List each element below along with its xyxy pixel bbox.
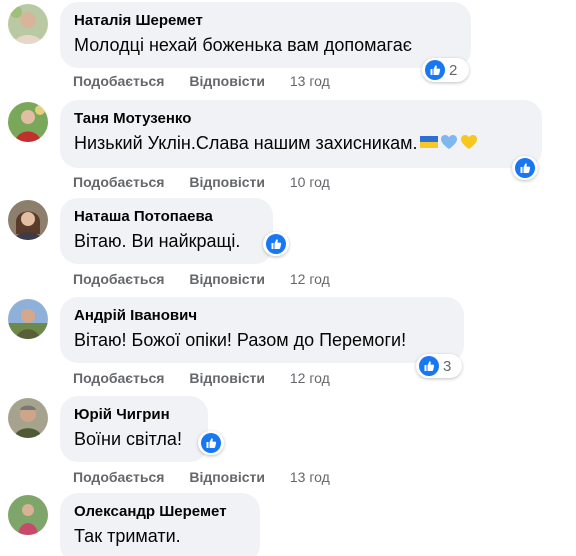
comment-bubble: Андрій Іванович Вітаю! Божої опіки! Разо…: [60, 297, 464, 363]
comment-actions: Подобається Відповісти 10 год: [73, 173, 330, 191]
comment-text: Вітаю! Божої опіки! Разом до Перемоги!: [74, 330, 407, 350]
reply-button[interactable]: Відповісти: [189, 174, 265, 190]
reaction-badge[interactable]: [263, 232, 289, 256]
like-button[interactable]: Подобається: [73, 271, 164, 287]
comment-bubble: Наташа Потопаева Вітаю. Ви найкращі.: [60, 198, 273, 264]
yellow-heart-icon: [460, 135, 477, 149]
blue-heart-icon: [440, 135, 457, 149]
like-thumb-icon: [425, 60, 445, 80]
comment-bubble: Таня Мотузенко Низький Уклін.Слава нашим…: [60, 100, 542, 168]
reply-button[interactable]: Відповісти: [189, 271, 265, 287]
avatar[interactable]: [8, 200, 48, 240]
reaction-badge[interactable]: [198, 431, 224, 455]
reaction-badge[interactable]: 2: [422, 58, 469, 82]
comment-timestamp[interactable]: 10 год: [290, 174, 330, 190]
comment-author[interactable]: Наталія Шеремет: [74, 11, 457, 30]
reply-button[interactable]: Відповісти: [189, 469, 265, 485]
comment-actions: Подобається Відповісти 12 год: [73, 369, 330, 387]
like-thumb-icon: [201, 433, 221, 453]
like-button[interactable]: Подобається: [73, 469, 164, 485]
comment-text: Так тримати.: [74, 526, 181, 546]
avatar[interactable]: [8, 398, 48, 438]
comment-text: Вітаю. Ви найкращі.: [74, 231, 241, 251]
comment-timestamp[interactable]: 13 год: [290, 469, 330, 485]
comment-author[interactable]: Андрій Іванович: [74, 306, 450, 325]
comments-list: Наталія Шеремет Молодці нехай боженька в…: [0, 0, 576, 556]
reply-button[interactable]: Відповісти: [189, 73, 265, 89]
like-thumb-icon: [419, 356, 439, 376]
reply-button[interactable]: Відповісти: [189, 370, 265, 386]
comment-author[interactable]: Олександр Шеремет: [74, 502, 246, 521]
comment-text: Воїни світла!: [74, 429, 182, 449]
like-button[interactable]: Подобається: [73, 174, 164, 190]
avatar[interactable]: [8, 4, 48, 44]
comment-author[interactable]: Юрій Чигрин: [74, 405, 194, 424]
like-thumb-icon: [515, 158, 535, 178]
like-thumb-icon: [266, 234, 286, 254]
like-button[interactable]: Подобається: [73, 73, 164, 89]
comment-bubble: Олександр Шеремет Так тримати.: [60, 493, 260, 556]
comment-author[interactable]: Наташа Потопаева: [74, 207, 259, 226]
comment-text: Молодці нехай боженька вам допомагає: [74, 35, 412, 55]
reaction-badge[interactable]: 3: [416, 354, 462, 378]
like-button[interactable]: Подобається: [73, 370, 164, 386]
comment-bubble: Наталія Шеремет Молодці нехай боженька в…: [60, 2, 471, 68]
comment-actions: Подобається Відповісти 13 год: [73, 468, 330, 486]
comment-text-content: Низький Уклін.Слава нашим захисникам.: [74, 133, 418, 153]
comment-text: Низький Уклін.Слава нашим захисникам.: [74, 130, 528, 156]
comment-author[interactable]: Таня Мотузенко: [74, 109, 528, 128]
avatar[interactable]: [8, 495, 48, 535]
comment-actions: Подобається Відповісти 13 год: [73, 72, 330, 90]
comment-bubble: Юрій Чигрин Воїни світла!: [60, 396, 208, 462]
reaction-count: 3: [443, 357, 452, 375]
avatar[interactable]: [8, 299, 48, 339]
avatar[interactable]: [8, 102, 48, 142]
reaction-badge[interactable]: [512, 156, 538, 180]
comment-timestamp[interactable]: 12 год: [290, 271, 330, 287]
reaction-count: 2: [449, 61, 458, 79]
comment-timestamp[interactable]: 12 год: [290, 370, 330, 386]
ukraine-flag-icon: [419, 136, 438, 148]
comment-timestamp[interactable]: 13 год: [290, 73, 330, 89]
comment-actions: Подобається Відповісти 12 год: [73, 270, 330, 288]
